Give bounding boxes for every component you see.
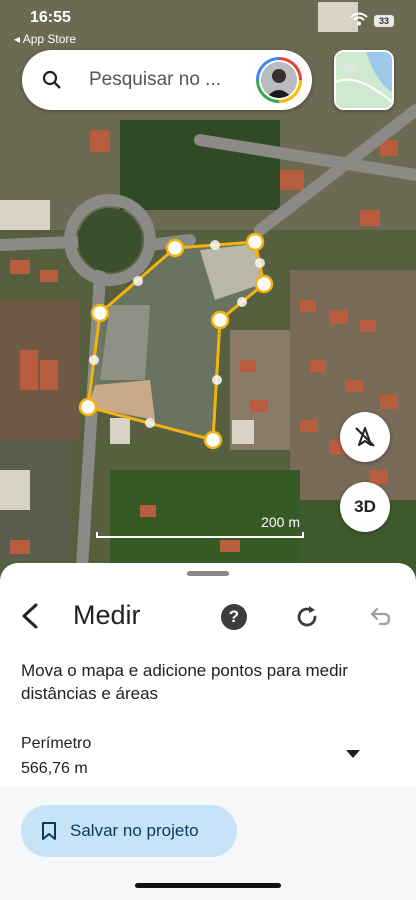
- 3d-toggle-button[interactable]: 3D: [340, 482, 390, 532]
- save-button-label: Salvar no projeto: [70, 821, 199, 840]
- perimeter-value: 566,76 m: [21, 760, 88, 777]
- avatar[interactable]: [256, 57, 302, 103]
- wifi-icon: [350, 12, 368, 26]
- midpoint-handle[interactable]: [89, 355, 99, 365]
- chevron-down-icon[interactable]: [346, 750, 360, 758]
- search-bar[interactable]: Pesquisar no ...: [22, 50, 312, 110]
- bookmark-icon: [42, 822, 56, 840]
- page-title: Medir: [73, 600, 141, 630]
- undo-icon[interactable]: [368, 605, 392, 629]
- map-scale: 200 m: [96, 512, 304, 538]
- compass-button[interactable]: [340, 412, 390, 462]
- minimap-image: [336, 52, 392, 108]
- status-time: 16:55: [30, 9, 71, 26]
- perimeter-label: Perímetro: [21, 735, 92, 752]
- help-icon[interactable]: ?: [221, 604, 247, 630]
- midpoint-handle[interactable]: [212, 375, 222, 385]
- home-indicator: [135, 883, 281, 888]
- profile-photo: [261, 62, 297, 98]
- search-input[interactable]: Pesquisar no ...: [89, 69, 239, 91]
- midpoint-handle[interactable]: [237, 297, 247, 307]
- battery-indicator: 33: [374, 15, 394, 27]
- back-arrow-icon[interactable]: [16, 601, 44, 631]
- scale-bar: [96, 532, 304, 538]
- measure-point[interactable]: [78, 397, 98, 417]
- sheet-drag-handle[interactable]: [187, 571, 229, 576]
- back-to-app-store-link[interactable]: ◂ App Store: [14, 32, 76, 46]
- satellite-map[interactable]: 16:55 ◂ App Store 33 Pesquisar no ... 3D…: [0, 0, 416, 600]
- search-icon: [42, 70, 61, 89]
- measure-bottom-sheet: Medir ? Mova o mapa e adicione pontos pa…: [0, 563, 416, 900]
- measure-point[interactable]: [90, 303, 110, 323]
- minimap[interactable]: [334, 50, 394, 110]
- compass-off-icon: [355, 427, 375, 447]
- midpoint-handle[interactable]: [255, 258, 265, 268]
- midpoint-handle[interactable]: [210, 240, 220, 250]
- save-to-project-button[interactable]: Salvar no projeto: [21, 805, 237, 857]
- measure-point[interactable]: [203, 430, 223, 450]
- measure-point[interactable]: [245, 232, 265, 252]
- measure-point[interactable]: [165, 238, 185, 258]
- status-bar: 16:55 ◂ App Store 33: [0, 0, 416, 48]
- sheet-footer: Salvar no projeto: [0, 787, 416, 900]
- midpoint-handle[interactable]: [133, 276, 143, 286]
- midpoint-handle[interactable]: [145, 418, 155, 428]
- redo-icon[interactable]: [294, 604, 320, 630]
- scale-label: 200 m: [261, 514, 300, 530]
- measure-point[interactable]: [210, 310, 230, 330]
- instruction-text: Mova o mapa e adicione pontos para medir…: [21, 661, 348, 703]
- measure-point[interactable]: [254, 274, 274, 294]
